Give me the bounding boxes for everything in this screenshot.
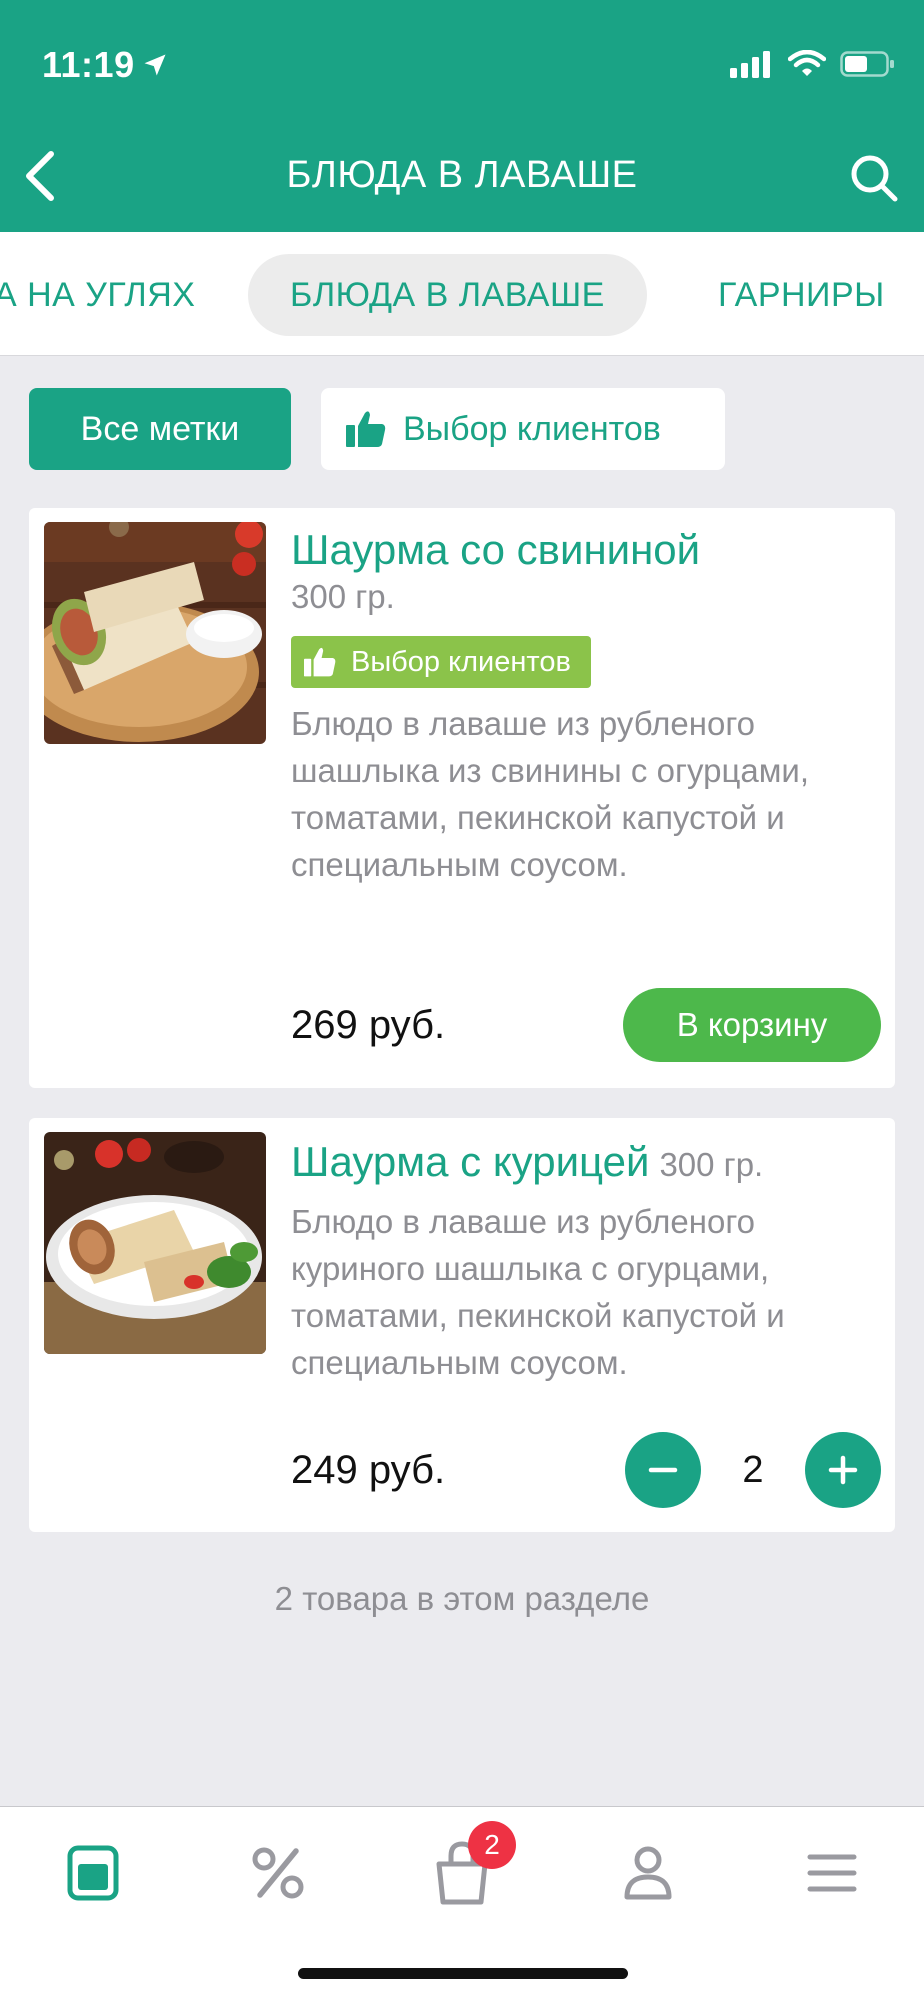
plus-icon	[828, 1455, 858, 1485]
product-card[interactable]: Шаурма со свининой 300 гр. Выбор клиенто…	[29, 508, 895, 1088]
tab-profile[interactable]	[610, 1835, 686, 1911]
product-description: Блюдо в лаваше из рубленого куриного шаш…	[291, 1203, 785, 1381]
page-title: БЛЮДА В ЛАВАШЕ	[286, 154, 638, 196]
section-item-count: 2 товара в этом разделе	[274, 1580, 650, 1617]
decrease-quantity-button[interactable]	[625, 1432, 701, 1508]
customer-choice-badge-label: Выбор клиентов	[351, 645, 571, 678]
quantity-value: 2	[742, 1448, 764, 1491]
product-image[interactable]	[44, 522, 266, 744]
product-price: 249 руб.	[291, 1448, 446, 1492]
tab-cart[interactable]: 2	[424, 1821, 516, 1911]
tab-more[interactable]	[794, 1835, 870, 1911]
tab-category-grill[interactable]: А НА УГЛЯХ	[0, 254, 195, 336]
filter-customer-choice-button[interactable]: Выбор клиентов	[321, 388, 725, 470]
thumbs-up-icon	[346, 411, 386, 447]
product-image[interactable]	[44, 1132, 266, 1354]
product-price: 269 руб.	[291, 1003, 446, 1047]
bottom-tab-bar: 2	[0, 1806, 924, 2000]
tab-category-lavash[interactable]: БЛЮДА В ЛАВАШЕ	[248, 254, 647, 336]
filter-all-tags-button[interactable]: Все метки	[29, 388, 291, 470]
product-description: Блюдо в лаваше из рубленого шашлыка из с…	[291, 705, 810, 883]
tab-category-sides[interactable]: ГАРНИРЫ	[718, 254, 885, 336]
search-icon	[851, 155, 898, 202]
home-indicator[interactable]	[298, 1968, 628, 1979]
hamburger-menu-icon	[807, 1854, 857, 1892]
category-tabs: А НА УГЛЯХ БЛЮДА В ЛАВАШЕ ГАРНИРЫ	[0, 232, 924, 356]
filter-customer-choice-label: Выбор клиентов	[403, 409, 661, 448]
location-arrow-icon	[144, 54, 166, 76]
profile-icon	[624, 1846, 672, 1900]
battery-icon	[840, 51, 894, 77]
tab-promotions[interactable]	[240, 1835, 316, 1911]
search-button[interactable]	[846, 150, 902, 206]
tab-menu[interactable]	[55, 1835, 131, 1911]
product-weight: 300 гр.	[659, 1146, 764, 1183]
product-info: Шаурма с курицей 300 гр. Блюдо в лаваше …	[291, 1138, 881, 1386]
thumbs-up-icon	[304, 647, 336, 677]
cart-count-badge: 2	[468, 1821, 516, 1869]
signal-icon	[730, 51, 770, 78]
product-heading: Шаурма с курицей 300 гр.	[291, 1138, 881, 1186]
percent-icon	[252, 1847, 304, 1899]
add-to-cart-button[interactable]: В корзину	[623, 988, 881, 1062]
product-title[interactable]: Шаурма с курицей	[291, 1138, 649, 1186]
app-header: 11:19 БЛЮДА В ЛАВАШЕ	[0, 0, 924, 232]
wifi-icon	[788, 50, 826, 76]
product-info: Шаурма со свининой 300 гр. Выбор клиенто…	[291, 526, 881, 888]
quantity-stepper: 2	[625, 1432, 881, 1508]
minus-icon	[648, 1467, 678, 1473]
product-weight: 300 гр.	[291, 578, 395, 615]
menu-catalog-icon	[67, 1845, 119, 1901]
status-bar-time: 11:19	[42, 44, 169, 86]
product-title[interactable]: Шаурма со свининой	[291, 526, 881, 574]
customer-choice-badge: Выбор клиентов	[291, 636, 591, 688]
status-bar-icons	[730, 50, 896, 78]
increase-quantity-button[interactable]	[805, 1432, 881, 1508]
filter-chips: Все метки Выбор клиентов	[29, 388, 725, 470]
product-card[interactable]: Шаурма с курицей 300 гр. Блюдо в лаваше …	[29, 1118, 895, 1532]
